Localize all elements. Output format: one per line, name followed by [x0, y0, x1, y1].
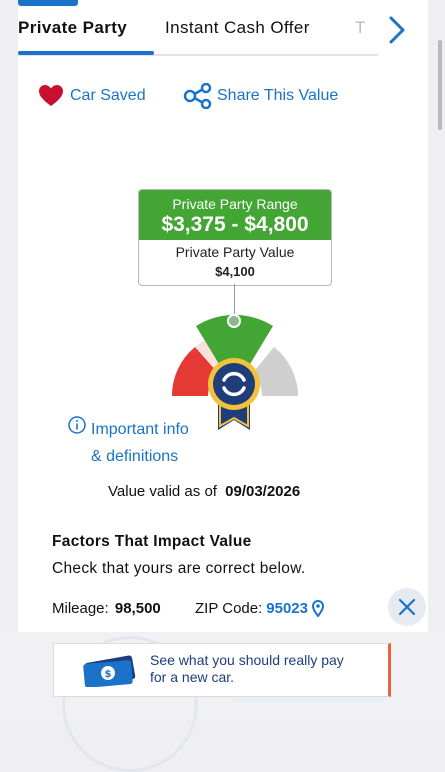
factors-subtitle: Check that yours are correct below. [52, 560, 306, 577]
price-range-box: Private Party Range $3,375 - $4,800 Priv… [138, 189, 332, 286]
factors-title: Factors That Impact Value [52, 533, 252, 550]
info-line-2: & definitions [91, 448, 179, 465]
active-tab-indicator [18, 51, 154, 55]
valid-as-of: Value valid as of 09/03/2026 [108, 483, 300, 500]
zip-value: 95023 [266, 600, 308, 617]
tab-trade-in[interactable]: T [355, 18, 366, 38]
range-title: Private Party Range [172, 196, 298, 212]
valid-label: Value valid as of [108, 483, 217, 500]
top-accent-bar [18, 0, 78, 6]
mileage-label: Mileage: [52, 600, 109, 617]
ad-text: See what you should really pay for a new… [150, 652, 344, 686]
mileage-field[interactable]: Mileage: 98,500 [52, 600, 161, 617]
info-icon [68, 416, 86, 434]
tab-instant-cash-offer[interactable]: Instant Cash Offer [165, 18, 310, 38]
range-header: Private Party Range $3,375 - $4,800 [139, 190, 331, 240]
money-icon: $ [83, 655, 136, 687]
share-icon [183, 83, 212, 109]
car-saved-button[interactable]: Car Saved [38, 84, 146, 108]
private-party-value-label: Private Party Value [175, 244, 295, 260]
close-icon [398, 598, 416, 616]
range-value: $3,375 - $4,800 [161, 213, 309, 236]
private-party-value: $4,100 [215, 264, 255, 279]
info-line-1: Important info [91, 421, 189, 438]
ad-line-1: See what you should really pay [150, 652, 344, 668]
important-info-link[interactable]: Important info & definitions [68, 416, 189, 470]
share-value-button[interactable]: Share This Value [183, 83, 338, 109]
car-saved-label: Car Saved [70, 87, 146, 104]
zip-code-field[interactable]: ZIP Code: 95023 [195, 600, 324, 617]
ad-bottom-strip [232, 698, 382, 702]
location-pin-icon [311, 600, 324, 617]
close-button[interactable] [388, 588, 426, 626]
svg-text:$: $ [105, 669, 112, 680]
valid-date: 09/03/2026 [225, 483, 301, 500]
zip-label: ZIP Code: [195, 600, 263, 617]
scrollbar[interactable] [438, 40, 442, 130]
chevron-right-icon[interactable] [385, 14, 409, 46]
share-label: Share This Value [217, 87, 339, 104]
heart-icon [39, 85, 63, 106]
ad-line-2: for a new car. [150, 669, 235, 685]
tab-private-party[interactable]: Private Party [18, 18, 127, 38]
mileage-value: 98,500 [114, 600, 161, 617]
